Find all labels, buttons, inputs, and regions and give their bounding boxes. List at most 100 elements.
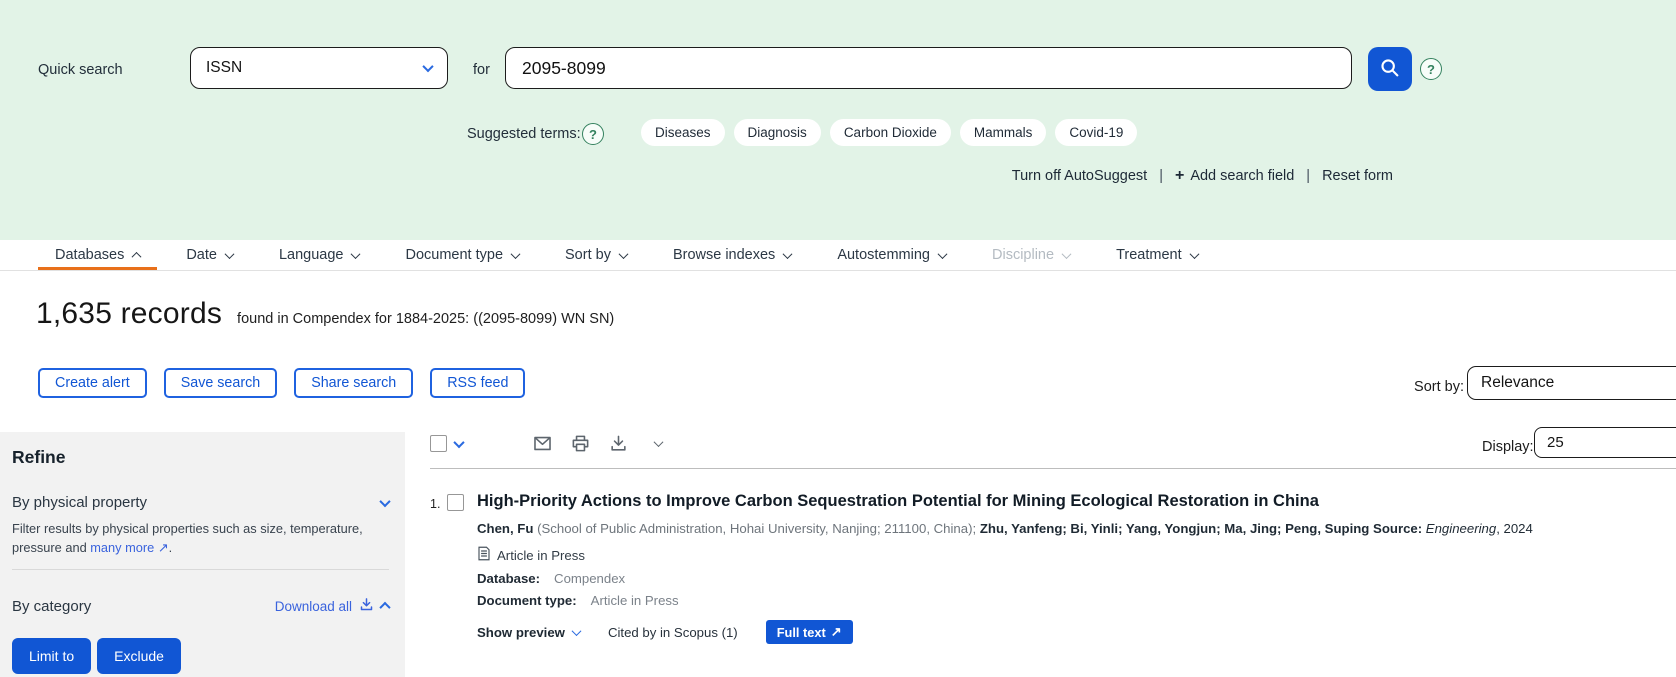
many-more-link[interactable]: many more ↗ (90, 540, 168, 555)
print-icon[interactable] (571, 434, 590, 453)
show-preview-label: Show preview (477, 625, 565, 640)
chevron-down-icon (422, 61, 433, 72)
chevron-down-icon (1062, 249, 1072, 259)
reset-form-link[interactable]: Reset form (1322, 168, 1393, 184)
add-search-field-label: Add search field (1190, 168, 1294, 184)
full-text-button[interactable]: Full text ↗ (766, 620, 853, 644)
filter-tabbar: Databases Date Language Document type So… (0, 240, 1676, 271)
engineering-village-results-page: Quick search ISSN for ? Suggested terms:… (0, 0, 1676, 677)
chevron-down-icon (1189, 249, 1199, 259)
result-item-1: 1. High-Priority Actions to Improve Carb… (430, 492, 1660, 644)
author-names[interactable]: Zhu, Yanfeng; Bi, Yinli; Yang, Yongjun; … (980, 521, 1373, 536)
share-search-button[interactable]: Share search (294, 368, 413, 398)
link-separator: | (1159, 168, 1163, 184)
turn-off-autosuggest-link[interactable]: Turn off AutoSuggest (1012, 168, 1147, 184)
add-search-field-link[interactable]: + Add search field (1175, 167, 1294, 185)
show-preview-toggle[interactable]: Show preview (477, 625, 580, 640)
by-physical-property-header[interactable]: By physical property (12, 494, 389, 511)
link-separator: | (1306, 168, 1310, 184)
tab-date[interactable]: Date (186, 240, 233, 270)
tab-label: Browse indexes (673, 247, 775, 263)
tab-autostemming[interactable]: Autostemming (837, 240, 946, 270)
author-name[interactable]: Chen, Fu (477, 521, 533, 536)
result-checkbox[interactable] (447, 494, 464, 511)
external-link-icon: ↗ (158, 540, 169, 555)
suggested-terms-label: Suggested terms: (467, 126, 581, 142)
chevron-down-icon (379, 495, 390, 506)
quick-search-label: Quick search (38, 62, 123, 78)
description-text: Filter results by physical properties su… (12, 521, 363, 555)
search-help-icon[interactable]: ? (1420, 58, 1442, 80)
suggested-terms-list: Diseases Diagnosis Carbon Dioxide Mammal… (641, 119, 1137, 146)
tab-label: Document type (405, 247, 503, 263)
by-category-label[interactable]: By category (12, 598, 91, 615)
result-authors-line: Chen, Fu (School of Public Administratio… (477, 520, 1533, 538)
suggested-term-pill[interactable]: Mammals (960, 119, 1047, 146)
tab-label: Language (279, 247, 344, 263)
limit-to-button[interactable]: Limit to (12, 638, 91, 674)
search-button[interactable] (1368, 47, 1412, 91)
select-all-checkbox[interactable] (430, 435, 447, 452)
database-value: Compendex (554, 571, 625, 586)
chevron-down-icon (938, 249, 948, 259)
doctype-value: Article in Press (591, 593, 679, 608)
by-category-header: By category Download all (12, 597, 389, 615)
suggested-terms-help-icon[interactable]: ? (582, 123, 604, 145)
chevron-up-icon (132, 251, 142, 261)
author-affiliation: (School of Public Administration, Hohai … (533, 521, 979, 536)
display-count-select[interactable]: 25 (1534, 427, 1676, 458)
tab-sort-by[interactable]: Sort by (565, 240, 627, 270)
chevron-down-icon[interactable] (654, 437, 664, 447)
results-action-buttons: Create alert Save search Share search RS… (38, 368, 525, 398)
download-icon (359, 597, 374, 615)
cited-by-scopus-link[interactable]: Cited by in Scopus (1) (608, 625, 738, 640)
create-alert-button[interactable]: Create alert (38, 368, 147, 398)
chevron-down-icon (783, 249, 793, 259)
tab-document-type[interactable]: Document type (405, 240, 519, 270)
by-physical-property-label: By physical property (12, 494, 147, 511)
download-icon[interactable] (609, 434, 628, 453)
source-year: , 2024 (1496, 521, 1533, 536)
tab-label: Databases (55, 247, 124, 263)
search-options-links: Turn off AutoSuggest | + Add search fiel… (1012, 167, 1393, 185)
chevron-down-icon[interactable] (453, 436, 464, 447)
results-toolbar (430, 434, 662, 453)
suggested-term-pill[interactable]: Carbon Dioxide (830, 119, 951, 146)
search-field-select[interactable]: ISSN (190, 47, 448, 89)
tab-treatment[interactable]: Treatment (1116, 240, 1198, 270)
full-text-label: Full text (777, 625, 826, 640)
rss-feed-button[interactable]: RSS feed (430, 368, 525, 398)
exclude-button[interactable]: Exclude (97, 638, 181, 674)
result-title-link[interactable]: High-Priority Actions to Improve Carbon … (477, 492, 1533, 511)
search-field-value: ISSN (206, 59, 242, 77)
chevron-down-icon (351, 249, 361, 259)
email-icon[interactable] (533, 434, 552, 453)
save-search-button[interactable]: Save search (164, 368, 277, 398)
tab-browse-indexes[interactable]: Browse indexes (673, 240, 791, 270)
suggested-term-pill[interactable]: Diagnosis (734, 119, 821, 146)
refine-panel: Refine By physical property Filter resul… (0, 432, 405, 677)
category-action-buttons: Limit to Exclude (12, 638, 389, 674)
records-summary: 1,635 records found in Compendex for 188… (36, 297, 614, 331)
tab-databases[interactable]: Databases (55, 240, 140, 270)
tab-label: Date (186, 247, 217, 263)
for-label: for (473, 62, 490, 78)
suggested-term-pill[interactable]: Diseases (641, 119, 725, 146)
chevron-down-icon (572, 626, 582, 636)
suggested-term-pill[interactable]: Covid-19 (1055, 119, 1137, 146)
tab-language[interactable]: Language (279, 240, 360, 270)
chevron-down-icon (619, 249, 629, 259)
search-input[interactable] (505, 47, 1352, 89)
result-database-line: Database:Compendex (477, 571, 1533, 586)
source-name: Engineering (1426, 521, 1496, 536)
article-in-press-icon (477, 546, 491, 564)
plus-icon: + (1175, 167, 1184, 185)
download-all-link[interactable]: Download all (275, 597, 389, 615)
tab-label: Discipline (992, 247, 1054, 263)
quick-search-header: Quick search ISSN for ? Suggested terms:… (0, 0, 1676, 240)
external-link-icon: ↗ (831, 624, 842, 640)
chevron-down-icon (225, 249, 235, 259)
source-label: Source: (1373, 521, 1426, 536)
sort-by-select[interactable]: Relevance (1467, 366, 1676, 400)
tab-label: Autostemming (837, 247, 930, 263)
